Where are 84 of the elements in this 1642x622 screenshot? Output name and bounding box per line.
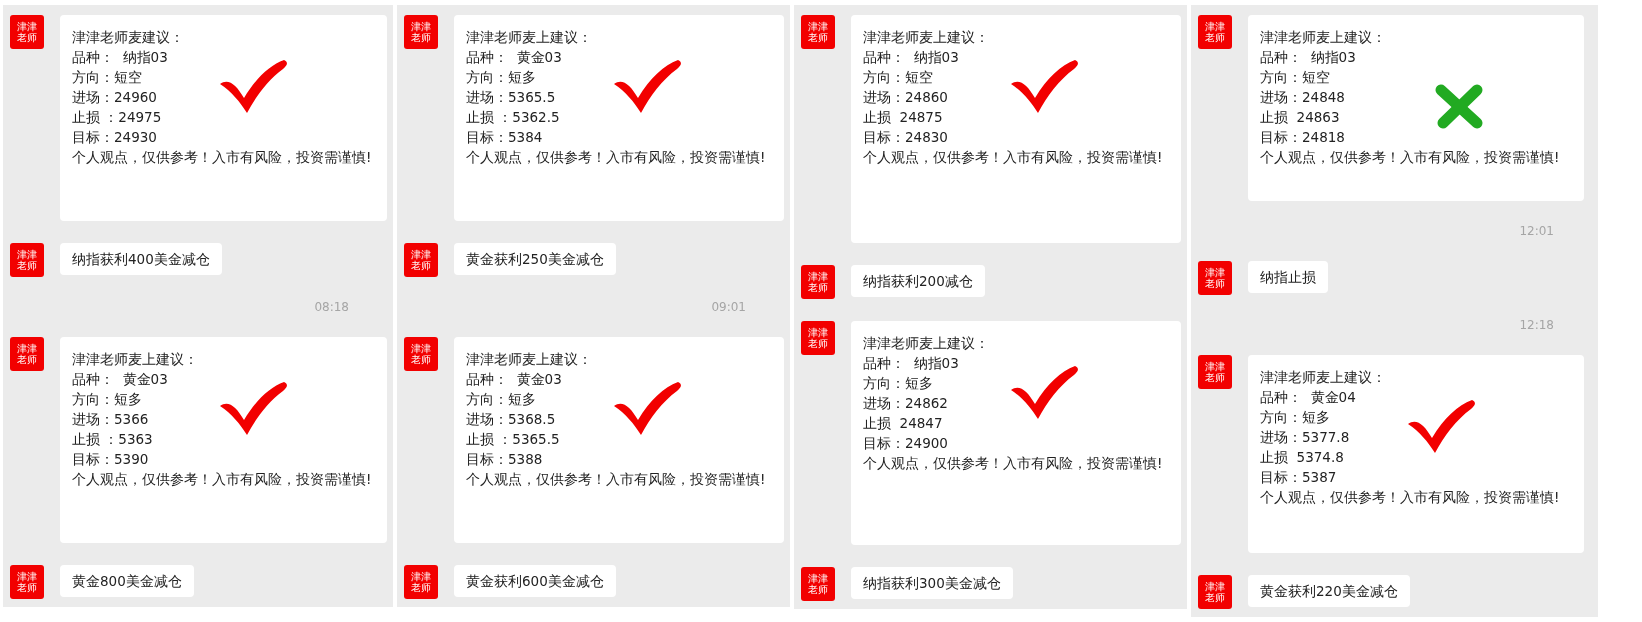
message-line: 品种： 黄金04 <box>1260 388 1356 407</box>
message-line: 目标：5388 <box>466 450 543 469</box>
message-bubble: 纳指获利200减仓 <box>851 265 985 297</box>
avatar: 津津老师 <box>404 15 438 49</box>
message-line: 津津老师麦上建议： <box>1260 28 1386 47</box>
message-line: 进场：5368.5 <box>466 410 556 429</box>
message-line: 津津老师麦上建议： <box>466 28 592 47</box>
message-line: 进场：24848 <box>1260 88 1345 107</box>
message-bubble: 纳指获利300美金减仓 <box>851 567 1013 599</box>
message-line: 津津老师麦建议： <box>72 28 184 47</box>
avatar: 津津老师 <box>10 565 44 599</box>
avatar: 津津老师 <box>801 265 835 299</box>
message-line: 目标：5390 <box>72 450 149 469</box>
message-line: 进场：24862 <box>863 394 948 413</box>
message-line: 方向：短多 <box>863 374 933 393</box>
message-line: 止损 ：5363 <box>72 430 153 449</box>
message-line: 止损 ：5362.5 <box>466 108 560 127</box>
message-line: 津津老师麦上建议： <box>863 28 989 47</box>
timestamp: 12:01 <box>1519 223 1554 239</box>
avatar: 津津老师 <box>1198 261 1232 295</box>
timestamp: 08:18 <box>314 299 349 315</box>
message-line: 进场：24860 <box>863 88 948 107</box>
message-line: 品种： 黄金03 <box>466 48 562 67</box>
avatar: 津津老师 <box>1198 15 1232 49</box>
timestamp: 12:18 <box>1519 317 1554 333</box>
message-line: 个人观点，仅供参考！入市有风险，投资需谨慎! <box>863 148 1163 167</box>
message-line: 个人观点，仅供参考！入市有风险，投资需谨慎! <box>466 470 766 489</box>
message-line: 止损 5374.8 <box>1260 448 1344 467</box>
avatar: 津津老师 <box>10 15 44 49</box>
message-line: 津津老师麦上建议： <box>72 350 198 369</box>
message-line: 目标：24900 <box>863 434 948 453</box>
message-line: 止损 24875 <box>863 108 943 127</box>
message-line: 方向：短空 <box>863 68 933 87</box>
avatar: 津津老师 <box>404 243 438 277</box>
message-line: 止损 24847 <box>863 414 943 433</box>
avatar: 津津老师 <box>801 15 835 49</box>
message-line: 品种： 黄金03 <box>466 370 562 389</box>
message-line: 止损 ：24975 <box>72 108 162 127</box>
message-line: 津津老师麦上建议： <box>466 350 592 369</box>
message-line: 进场：24960 <box>72 88 157 107</box>
avatar: 津津老师 <box>801 567 835 601</box>
avatar: 津津老师 <box>1198 355 1232 389</box>
avatar: 津津老师 <box>404 565 438 599</box>
message-line: 进场：5366 <box>72 410 149 429</box>
message-line: 方向：短多 <box>72 390 142 409</box>
avatar: 津津老师 <box>801 321 835 355</box>
message-line: 个人观点，仅供参考！入市有风险，投资需谨慎! <box>1260 148 1560 167</box>
message-bubble: 纳指止损 <box>1248 261 1328 293</box>
avatar: 津津老师 <box>10 337 44 371</box>
message-line: 个人观点，仅供参考！入市有风险，投资需谨慎! <box>863 454 1163 473</box>
message-line: 方向：短多 <box>1260 408 1330 427</box>
message-line: 品种： 纳指03 <box>1260 48 1356 67</box>
message-line: 止损 24863 <box>1260 108 1340 127</box>
message-line: 方向：短空 <box>1260 68 1330 87</box>
message-line: 品种： 纳指03 <box>863 48 959 67</box>
message-bubble: 黄金获利220美金减仓 <box>1248 575 1410 607</box>
timestamp: 09:01 <box>711 299 746 315</box>
message-line: 目标：24930 <box>72 128 157 147</box>
message-bubble: 黄金获利600美金减仓 <box>454 565 616 597</box>
message-line: 个人观点，仅供参考！入市有风险，投资需谨慎! <box>466 148 766 167</box>
message-line: 进场：5377.8 <box>1260 428 1350 447</box>
avatar: 津津老师 <box>404 337 438 371</box>
message-line: 进场：5365.5 <box>466 88 556 107</box>
message-line: 津津老师麦上建议： <box>1260 368 1386 387</box>
message-line: 品种： 黄金03 <box>72 370 168 389</box>
message-line: 品种： 纳指03 <box>72 48 168 67</box>
message-line: 目标：24818 <box>1260 128 1345 147</box>
message-line: 方向：短空 <box>72 68 142 87</box>
avatar: 津津老师 <box>1198 575 1232 609</box>
message-line: 个人观点，仅供参考！入市有风险，投资需谨慎! <box>72 470 372 489</box>
message-line: 津津老师麦上建议： <box>863 334 989 353</box>
message-line: 品种： 纳指03 <box>863 354 959 373</box>
avatar: 津津老师 <box>10 243 44 277</box>
message-line: 方向：短多 <box>466 68 536 87</box>
message-bubble: 纳指获利400美金减仓 <box>60 243 222 275</box>
message-bubble: 黄金800美金减仓 <box>60 565 194 597</box>
message-line: 目标：5387 <box>1260 468 1337 487</box>
message-bubble: 黄金获利250美金减仓 <box>454 243 616 275</box>
message-line: 目标：5384 <box>466 128 543 147</box>
message-line: 止损 ：5365.5 <box>466 430 560 449</box>
message-line: 方向：短多 <box>466 390 536 409</box>
message-line: 个人观点，仅供参考！入市有风险，投资需谨慎! <box>1260 488 1560 507</box>
message-line: 目标：24830 <box>863 128 948 147</box>
message-line: 个人观点，仅供参考！入市有风险，投资需谨慎! <box>72 148 372 167</box>
